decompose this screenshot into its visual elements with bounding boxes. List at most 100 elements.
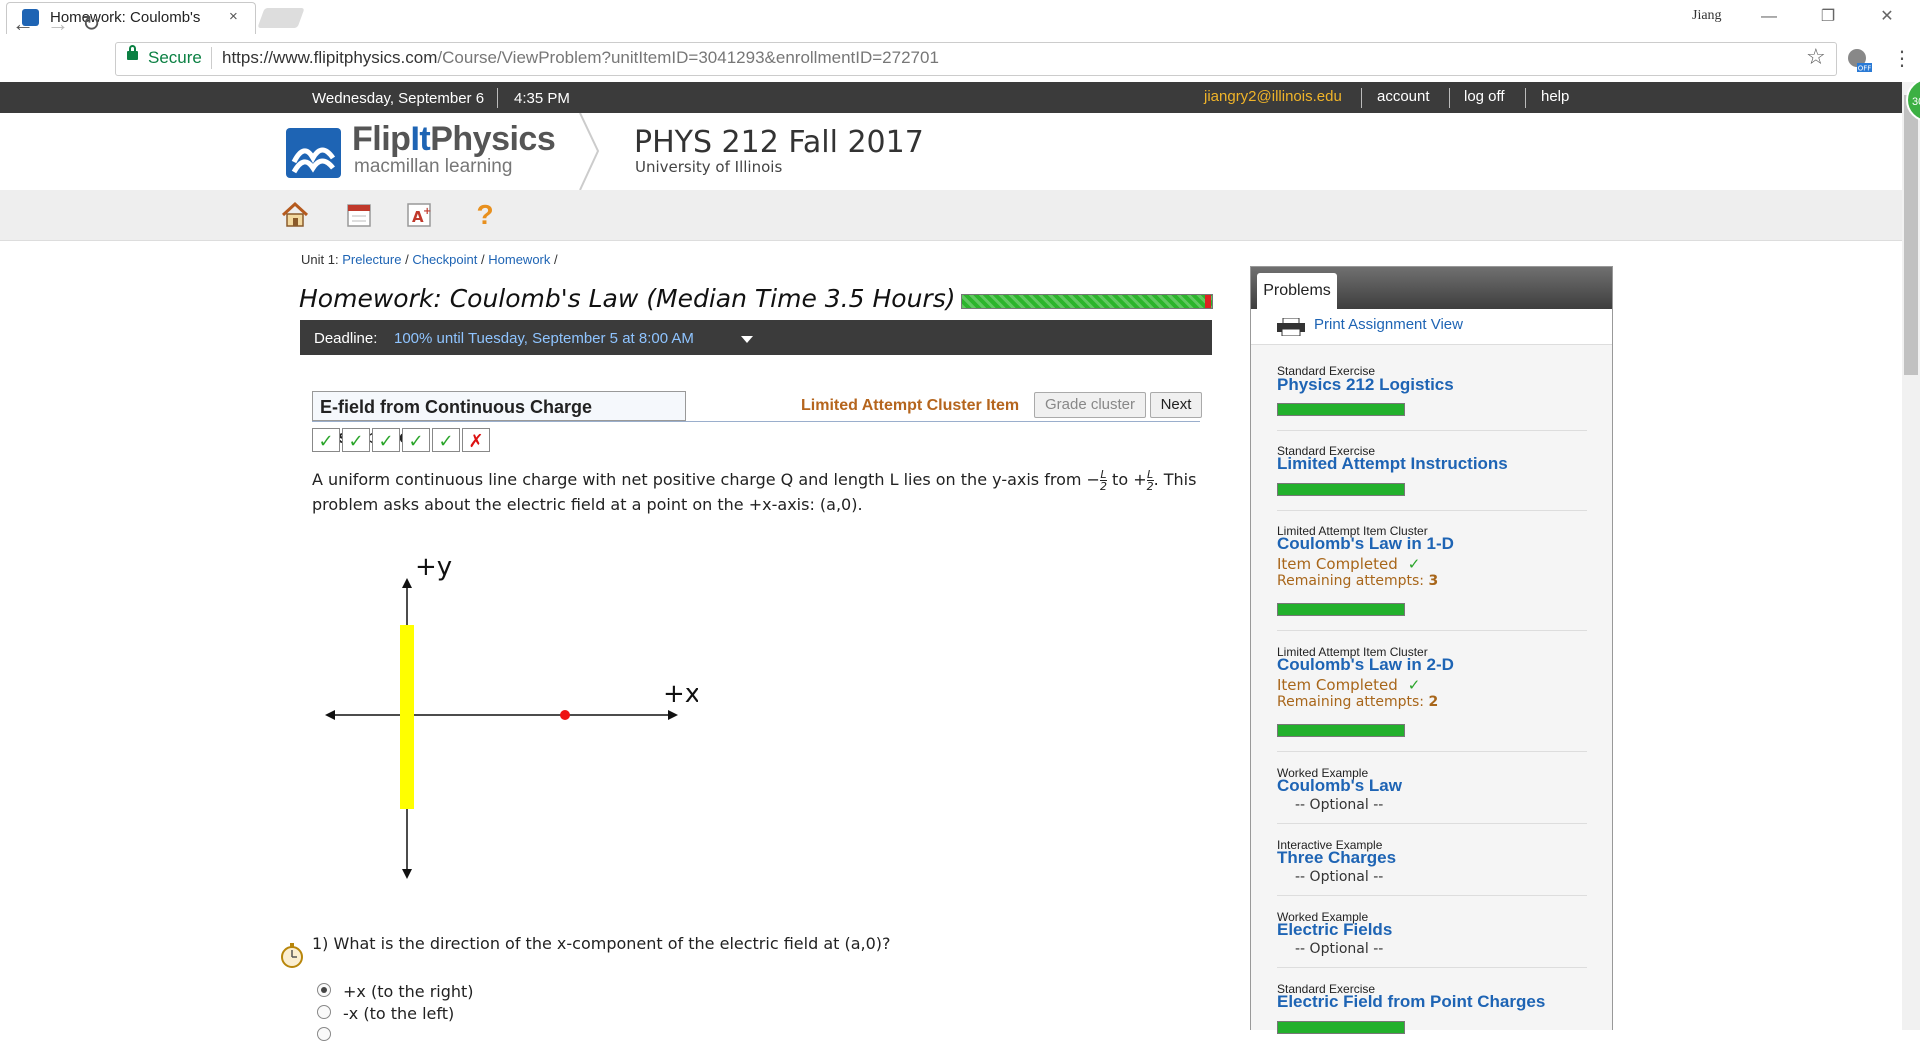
fraction-l-over-2: L2 — [1099, 469, 1107, 492]
sidebar-item-electric-field-point-charges[interactable]: Electric Field from Point Charges — [1277, 992, 1545, 1012]
sidebar-item-electric-fields[interactable]: Electric Fields — [1277, 920, 1392, 940]
optional-label: -- Optional -- — [1295, 869, 1384, 885]
breadcrumb-sep: / — [554, 252, 558, 267]
divider — [1449, 88, 1450, 108]
new-tab-button[interactable] — [257, 8, 305, 28]
extension-icon[interactable]: OFF — [1846, 47, 1872, 73]
line-charge-diagram: +y +x — [325, 552, 698, 879]
divider — [1277, 751, 1587, 752]
restore-window-button[interactable]: ❐ — [1805, 4, 1851, 30]
breadcrumb-prelecture[interactable]: Prelecture — [342, 252, 401, 267]
divider — [1277, 630, 1587, 631]
cluster-type-label: Limited Attempt Cluster Item — [801, 397, 1020, 414]
breadcrumb-unit: Unit 1: — [301, 252, 339, 267]
sidebar-item-progress-bar — [1277, 1021, 1405, 1034]
address-divider — [211, 47, 212, 69]
site-top-bar — [0, 82, 1920, 113]
grade-cluster-button[interactable]: Grade cluster — [1034, 392, 1146, 418]
attempt-correct-icon[interactable]: ✓ — [342, 428, 370, 452]
breadcrumb: Unit 1: Prelecture / Checkpoint / Homewo… — [301, 252, 558, 267]
option-label[interactable]: +x (to the right) — [343, 982, 474, 1001]
homework-progress-remaining — [1205, 295, 1211, 308]
item-completed-label: Item Completed — [1277, 676, 1398, 694]
sidebar-item-progress-bar — [1277, 724, 1405, 737]
forward-arrow-icon[interactable]: → — [47, 13, 69, 35]
reload-icon[interactable]: ↻ — [82, 13, 100, 35]
user-email-link[interactable]: jiangry2@illinois.edu — [1204, 88, 1342, 105]
header-chevron-divider — [579, 113, 600, 190]
print-assignment-link[interactable]: Print Assignment View — [1314, 316, 1463, 333]
logo-subtitle: macmillan learning — [354, 156, 513, 177]
extension-badge: OFF — [1858, 65, 1872, 73]
browser-profile-name[interactable]: Jiang — [1692, 8, 1722, 24]
svg-text:+: + — [423, 206, 431, 217]
logo-part-physics: Physics — [430, 120, 556, 158]
item-status: Item Completed ✓ — [1277, 676, 1420, 694]
sidebar-item-limited-attempt-instructions[interactable]: Limited Attempt Instructions — [1277, 454, 1508, 474]
browser-menu-icon[interactable]: ⋮ — [1892, 46, 1912, 71]
back-arrow-icon[interactable]: ← — [12, 13, 34, 35]
radio-option-hidden[interactable] — [317, 1027, 331, 1041]
option-label[interactable]: -x (to the left) — [343, 1004, 454, 1023]
help-link[interactable]: help — [1541, 88, 1569, 105]
calendar-icon[interactable] — [344, 200, 374, 230]
breadcrumb-sep: / — [481, 252, 485, 267]
deadline-dropdown-icon[interactable] — [741, 336, 753, 343]
current-time: 4:35 PM — [514, 90, 570, 107]
attempt-correct-icon[interactable]: ✓ — [312, 428, 340, 452]
close-window-button[interactable]: ✕ — [1864, 4, 1910, 30]
breadcrumb-checkpoint[interactable]: Checkpoint — [412, 252, 477, 267]
next-button[interactable]: Next — [1150, 392, 1202, 418]
sidebar-item-physics-212-logistics[interactable]: Physics 212 Logistics — [1277, 375, 1454, 395]
sidebar-item-coulombs-law[interactable]: Coulomb's Law — [1277, 776, 1402, 796]
help-question-icon[interactable]: ? — [470, 200, 500, 230]
remaining-attempts: Remaining attempts: 2 — [1277, 694, 1438, 710]
attempt-correct-icon[interactable]: ✓ — [372, 428, 400, 452]
url-path: /Course/ViewProblem?unitItemID=3041293&e… — [437, 48, 939, 67]
stopwatch-icon — [281, 943, 303, 968]
radio-minus-x[interactable] — [317, 1005, 331, 1019]
attempt-correct-icon[interactable]: ✓ — [432, 428, 460, 452]
deadline-label: Deadline: — [314, 330, 378, 347]
problem-text-to: to — [1106, 470, 1134, 489]
tab-problems[interactable]: Problems — [1257, 273, 1337, 309]
close-tab-icon[interactable]: × — [229, 8, 238, 25]
sidebar-item-coulombs-law-2d[interactable]: Coulomb's Law in 2-D — [1277, 655, 1454, 675]
current-date: Wednesday, September 6 — [312, 90, 485, 107]
grades-icon[interactable]: A + — [404, 200, 434, 230]
deadline-value[interactable]: 100% until Tuesday, September 5 at 8:00 … — [394, 330, 694, 347]
item-title: E-field from Continuous Charge Distribut… — [312, 391, 686, 447]
course-institution: University of Illinois — [635, 158, 783, 176]
radio-plus-x[interactable] — [317, 983, 331, 997]
url-text[interactable]: https://www.flipitphysics.com/Course/Vie… — [222, 48, 939, 68]
sidebar-item-progress-bar — [1277, 403, 1405, 416]
bookmark-star-icon[interactable]: ☆ — [1806, 44, 1826, 70]
home-icon[interactable] — [280, 200, 310, 230]
remaining-attempts-label: Remaining attempts: — [1277, 694, 1424, 710]
fraction-denominator: 2 — [1146, 480, 1154, 493]
flipitphysics-logo-icon[interactable] — [286, 128, 341, 178]
line-charge — [400, 625, 414, 809]
remaining-attempts-count: 3 — [1428, 573, 1439, 589]
log-off-link[interactable]: log off — [1464, 88, 1505, 105]
logo-wordmark[interactable]: FlipItPhysics — [352, 120, 556, 159]
logo-part-flip: Flip — [352, 120, 411, 158]
minimize-window-button[interactable]: — — [1746, 4, 1792, 30]
fraction-l-over-2: L2 — [1146, 469, 1154, 493]
breadcrumb-homework[interactable]: Homework — [488, 252, 550, 267]
printer-icon[interactable] — [1277, 318, 1305, 336]
account-link[interactable]: account — [1377, 88, 1430, 105]
browser-tab-title: Homework: Coulomb's L — [50, 9, 205, 26]
plus-sign: + — [1133, 470, 1147, 489]
sidebar-item-coulombs-law-1d[interactable]: Coulomb's Law in 1-D — [1277, 534, 1454, 554]
divider — [1277, 510, 1587, 511]
attempt-incorrect-icon[interactable]: ✗ — [462, 428, 490, 452]
homework-progress-bar — [961, 294, 1213, 309]
sidebar-item-three-charges[interactable]: Three Charges — [1277, 848, 1396, 868]
lock-icon — [127, 51, 138, 60]
divider — [1277, 895, 1587, 896]
problem-text-part: A uniform continuous line charge with ne… — [312, 470, 1087, 489]
remaining-attempts-count: 2 — [1428, 694, 1439, 710]
attempt-correct-icon[interactable]: ✓ — [402, 428, 430, 452]
scrollbar-thumb[interactable] — [1904, 95, 1918, 375]
